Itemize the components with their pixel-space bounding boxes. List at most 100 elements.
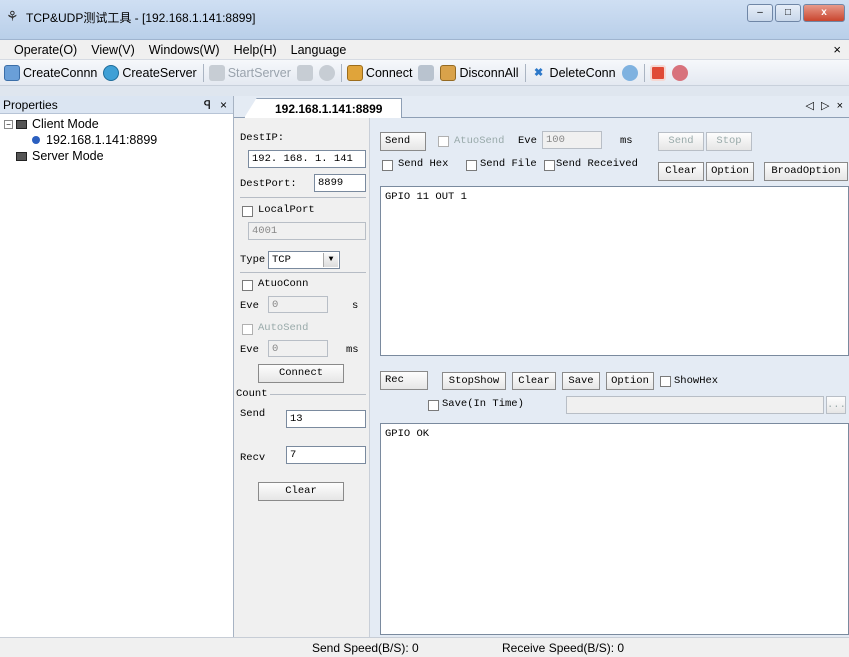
auto-conn-eve-label: Eve — [240, 300, 259, 312]
send-hex-checkbox[interactable] — [382, 160, 393, 171]
broadcast-option-button[interactable]: BroadOption — [764, 162, 848, 181]
send-count-label: Send — [240, 408, 266, 420]
send-count-input[interactable]: 13 — [286, 410, 366, 428]
menu-view[interactable]: View(V) — [91, 43, 135, 57]
recv-count-input[interactable]: 7 — [286, 446, 366, 464]
connect-icon — [346, 64, 363, 81]
count-label: Count — [236, 388, 268, 400]
menu-close-icon[interactable]: × — [833, 42, 841, 57]
properties-panel: Properties ꟼ × − Client Mode 192.168.1.1… — [0, 96, 234, 637]
menu-help[interactable]: Help(H) — [234, 43, 277, 57]
menu-language[interactable]: Language — [291, 43, 347, 57]
auto-send-label: AutoSend — [258, 322, 309, 334]
connect-button[interactable]: Connect — [258, 364, 344, 383]
send-clear-button[interactable]: Clear — [658, 162, 704, 181]
disconnect-all-button[interactable]: DisconnAll — [440, 64, 519, 81]
delete-connection-button[interactable]: ✖ DeleteConn — [531, 65, 616, 81]
tree-item-server-mode[interactable]: Server Mode — [4, 148, 233, 164]
save-in-time-label: Save(In Time) — [442, 398, 524, 410]
auto-send-eve-label: Eve — [240, 344, 259, 356]
receive-save-button[interactable]: Save — [562, 372, 600, 390]
save-path-input[interactable] — [566, 396, 824, 414]
properties-title: Properties — [3, 98, 58, 112]
local-port-checkbox[interactable] — [242, 206, 253, 217]
stop-button[interactable]: Stop — [706, 132, 752, 151]
create-server-icon — [103, 64, 120, 81]
stop-server-icon[interactable] — [296, 64, 313, 81]
collapse-icon[interactable]: − — [4, 119, 13, 129]
window-title: TCP&UDP测试工具 - [192.168.1.141:8899] — [26, 11, 256, 25]
tree-item-label: 192.168.1.141:8899 — [46, 133, 158, 147]
send-option-button[interactable]: Option — [706, 162, 754, 181]
minimize-button[interactable]: – — [747, 4, 773, 22]
disconnect-icon[interactable] — [418, 64, 435, 81]
create-server-button[interactable]: CreateServer — [103, 64, 197, 81]
pin-icon[interactable]: ꟼ — [204, 96, 211, 114]
receive-textarea[interactable]: GPIO OK — [380, 423, 849, 635]
auto-conn-unit: s — [352, 300, 359, 312]
create-server-label: CreateServer — [122, 65, 197, 80]
status-bar: Send Speed(B/S): 0 Receive Speed(B/S): 0 — [0, 637, 849, 657]
properties-header: Properties ꟼ × — [0, 96, 233, 114]
help-icon[interactable] — [671, 64, 688, 81]
auto-send-checkbox[interactable] — [242, 324, 253, 335]
start-server-button[interactable]: StartServer — [208, 64, 291, 81]
eve-label: Eve — [518, 135, 537, 147]
save-in-time-checkbox[interactable] — [428, 400, 439, 411]
browse-button[interactable]: ... — [826, 396, 846, 414]
dest-port-input[interactable]: 8899 — [314, 174, 366, 192]
auto-send-interval-input[interactable]: 0 — [268, 340, 328, 357]
menu-operate[interactable]: Operate(O) — [14, 43, 77, 57]
auto-conn-checkbox[interactable] — [242, 280, 253, 291]
tree-item-client-mode[interactable]: − Client Mode — [4, 116, 233, 132]
send-interval-input[interactable]: 100 — [542, 131, 602, 149]
send-file-label: Send File — [480, 158, 537, 170]
toolbar-separator — [524, 63, 526, 82]
create-connection-button[interactable]: CreateConnn — [4, 64, 98, 81]
connect-button[interactable]: Connect — [346, 64, 412, 81]
disconnect-all-icon — [440, 64, 457, 81]
auto-conn-label: AtuoConn — [258, 278, 309, 290]
server-settings-icon[interactable] — [318, 64, 335, 81]
send-file-checkbox[interactable] — [466, 160, 477, 171]
app-icon: ⚘ — [6, 8, 19, 24]
network-icon[interactable] — [621, 64, 638, 81]
clear-count-button[interactable]: Clear — [258, 482, 344, 501]
connection-settings: DestIP: 192. 168. 1. 141 DestPort: 8899 … — [234, 118, 370, 637]
type-select[interactable]: TCP ▼ — [268, 251, 340, 269]
tree-item-label: Server Mode — [32, 149, 104, 163]
receive-clear-button[interactable]: Clear — [512, 372, 556, 390]
receive-panel: Rec StopShow Clear Save Option ShowHex S… — [372, 363, 849, 637]
receive-speed-status: Receive Speed(B/S): 0 — [502, 641, 625, 655]
delete-connection-label: DeleteConn — [549, 65, 616, 80]
stop-show-button[interactable]: StopShow — [442, 372, 506, 390]
menu-windows[interactable]: Windows(W) — [149, 43, 220, 57]
toolbar-separator — [202, 63, 204, 82]
tree-item-connection[interactable]: 192.168.1.141:8899 — [4, 132, 233, 148]
toolbar: CreateConnn CreateServer StartServer Con… — [0, 60, 849, 86]
send-hex-label: Send Hex — [398, 158, 449, 170]
create-connection-label: CreateConnn — [23, 65, 98, 80]
dest-ip-input[interactable]: 192. 168. 1. 141 — [248, 150, 366, 168]
tab-connection[interactable]: 192.168.1.141:8899 — [244, 98, 402, 118]
send-received-label: Send Received — [556, 158, 638, 170]
send-button[interactable]: Send — [658, 132, 704, 151]
panel-close-icon[interactable]: × — [220, 96, 227, 114]
auto-send-unit: ms — [346, 344, 359, 356]
close-button[interactable]: x — [803, 4, 845, 22]
chevron-down-icon: ▼ — [323, 253, 338, 267]
delete-connection-icon: ✖ — [533, 66, 544, 79]
show-hex-label: ShowHex — [674, 375, 719, 387]
tab-navigation[interactable]: ◁ ▷ × — [806, 99, 845, 112]
show-hex-checkbox[interactable] — [660, 376, 671, 387]
auto-send-checkbox[interactable] — [438, 136, 449, 147]
power-icon[interactable] — [649, 64, 666, 81]
receive-mode-label: Rec — [380, 371, 428, 390]
receive-option-button[interactable]: Option — [606, 372, 654, 390]
auto-conn-interval-input[interactable]: 0 — [268, 296, 328, 313]
local-port-input[interactable]: 4001 — [248, 222, 366, 240]
connection-status-icon — [32, 136, 40, 144]
send-received-checkbox[interactable] — [544, 160, 555, 171]
send-textarea[interactable]: GPIO 11 OUT 1 — [380, 186, 849, 356]
maximize-button[interactable]: □ — [775, 4, 801, 22]
